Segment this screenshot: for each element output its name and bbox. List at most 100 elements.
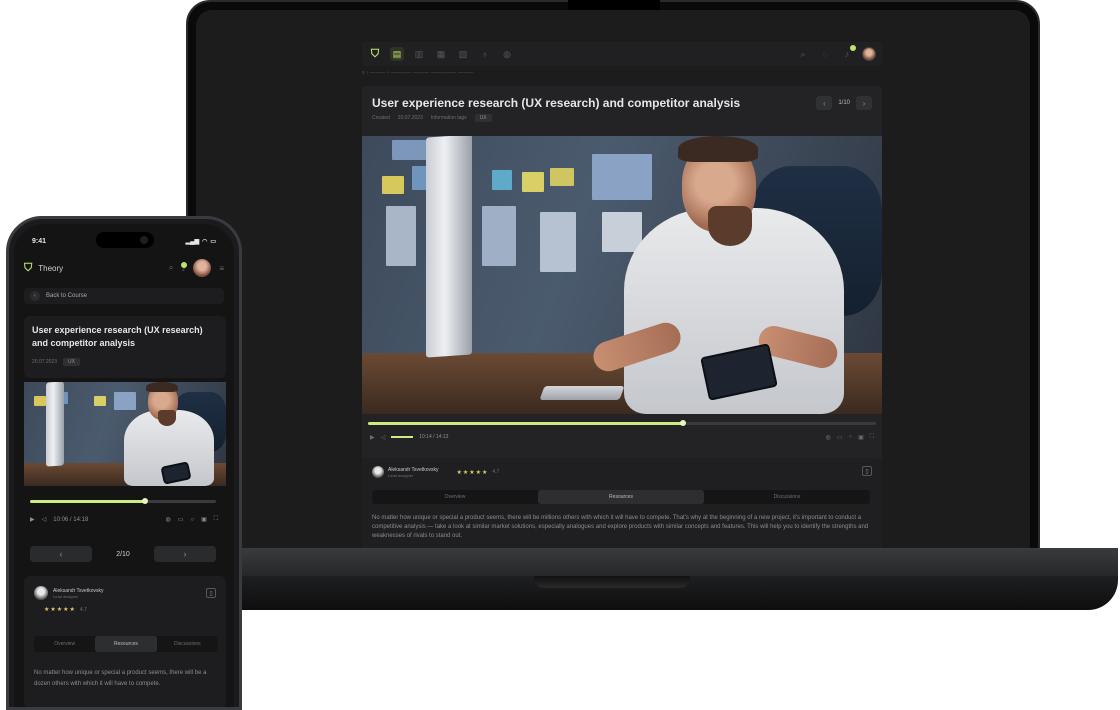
lesson-tabs: Overview Resources Discussions xyxy=(34,636,218,652)
rating-value: 4.7 xyxy=(79,607,87,613)
bookmark-icon[interactable]: ▯ xyxy=(862,466,872,476)
arrow-left-icon: ‹ xyxy=(30,291,40,301)
video-progress-bar[interactable] xyxy=(368,420,876,426)
volume-slider[interactable] xyxy=(391,436,414,438)
teacher-avatar[interactable] xyxy=(372,466,384,478)
sticky-note xyxy=(550,168,574,186)
video-progress-handle[interactable] xyxy=(679,420,686,426)
device-mockup-scene: ⛉ ▤ ▥ ▦ ▧ ♁ ◍ ⌕ ◌ ♪ ≡ › ——— › ———— ——— —… xyxy=(0,0,1120,710)
next-lesson-button[interactable]: › xyxy=(154,546,216,562)
back-to-course-button[interactable]: ‹ Back to Course xyxy=(24,288,224,304)
bell-icon[interactable]: ♪ xyxy=(840,45,856,61)
shield-logo-icon[interactable]: ⛉ xyxy=(368,47,382,61)
pip-icon[interactable]: ▣ xyxy=(201,516,207,523)
fullscreen-icon[interactable]: ⛶ xyxy=(214,516,218,523)
settings-nav-icon[interactable]: ◍ xyxy=(500,47,514,61)
library-nav-icon[interactable]: ▥ xyxy=(412,47,426,61)
lesson-card: User experience research (UX research) a… xyxy=(24,316,226,378)
teacher-card: Aleksandr Tsvetkovsky Lead designer ★★★★… xyxy=(362,458,882,552)
phone-top-actions: ⌕ ♪ ≡ xyxy=(169,259,224,277)
status-time: 9:41 xyxy=(32,237,47,245)
speed-icon[interactable]: ○ xyxy=(191,517,195,523)
pager-count: 2/10 xyxy=(116,550,130,558)
next-lesson-button[interactable]: › xyxy=(856,96,872,110)
volume-icon[interactable]: ◁ xyxy=(42,516,47,523)
battery-icon: ▭ xyxy=(210,238,216,245)
rating-stars[interactable]: ★★★★★ xyxy=(456,469,488,476)
rating-stars: ★★★★★ xyxy=(44,607,76,613)
teacher-role: Lead designer xyxy=(53,593,79,599)
tab-resources[interactable]: Resources xyxy=(95,636,157,652)
user-avatar[interactable] xyxy=(862,47,876,61)
captions-icon[interactable]: ▭ xyxy=(178,516,184,523)
breadcrumb[interactable]: ≡ › ——— › ———— ——— ————— ——— xyxy=(362,70,474,76)
search-icon[interactable]: ⌕ xyxy=(169,263,173,273)
play-icon[interactable]: ▶ xyxy=(30,516,35,523)
wifi-icon: ◠ xyxy=(202,238,208,245)
user-avatar[interactable] xyxy=(193,259,212,277)
lesson-tag[interactable]: UX xyxy=(63,358,80,366)
video-controls: ▶ ◁ 10:14 / 14:13 ◍ ▭ ○ ▣ ⛶ xyxy=(370,432,874,442)
chevron-left-icon: ‹ xyxy=(59,549,63,559)
captions-icon[interactable]: ▭ xyxy=(837,434,843,441)
status-bar: 9:41 ▂▄▆ ◠ ▭ xyxy=(14,234,234,248)
ideas-nav-icon[interactable]: ♁ xyxy=(478,47,492,61)
bookmark-icon[interactable]: ▯ xyxy=(206,588,216,598)
volume-icon[interactable]: ◁ xyxy=(381,434,386,441)
calendar-nav-icon[interactable]: ▧ xyxy=(456,47,470,61)
teacher-name[interactable]: Aleksandr Tsvetkovsky xyxy=(53,588,103,594)
video-progress-bar[interactable] xyxy=(30,498,216,504)
pager-count: 1/10 xyxy=(838,100,850,106)
lesson-tag[interactable]: UX xyxy=(474,114,492,122)
signal-icon: ▂▄▆ xyxy=(185,238,200,245)
tab-overview[interactable]: Overview xyxy=(34,636,95,652)
help-icon[interactable]: ◌ xyxy=(818,47,832,61)
pip-icon[interactable]: ▣ xyxy=(858,434,864,441)
keyboard xyxy=(539,386,625,400)
laptop-hinge-notch xyxy=(534,576,690,588)
prev-lesson-button[interactable]: ‹ xyxy=(30,546,92,562)
laptop-screen: ⛉ ▤ ▥ ▦ ▧ ♁ ◍ ⌕ ◌ ♪ ≡ › ——— › ———— ——— —… xyxy=(196,10,1030,552)
video-progress-fill xyxy=(30,500,146,503)
settings-icon[interactable]: ◍ xyxy=(166,516,171,523)
wireframe-sheet xyxy=(602,212,642,252)
prev-lesson-button[interactable]: ‹ xyxy=(816,96,833,110)
teacher-row: Aleksandr Tsvetkovsky Lead designer xyxy=(34,586,103,600)
play-icon[interactable]: ▶ xyxy=(370,434,375,441)
sticky-note xyxy=(382,176,404,194)
lesson-date: 20.07.2023 xyxy=(32,359,58,365)
person-hair xyxy=(678,136,758,162)
teacher-card: Aleksandr Tsvetkovsky Lead designer ▯ ★★… xyxy=(24,576,226,707)
fullscreen-icon[interactable]: ⛶ xyxy=(870,434,874,441)
rating[interactable]: ★★★★★ 4.7 xyxy=(44,606,87,613)
chevron-right-icon: › xyxy=(183,549,187,559)
teacher-name[interactable]: Aleksandr Tsvetkovsky xyxy=(388,467,438,473)
video-progress-fill xyxy=(368,422,683,425)
lesson-meta: 20.07.2023 UX xyxy=(32,358,80,366)
lesson-description: No matter how unique or special a produc… xyxy=(372,515,869,539)
back-label: Back to Course xyxy=(46,293,88,299)
courses-nav-icon[interactable]: ▦ xyxy=(434,47,448,61)
video-player[interactable] xyxy=(24,382,226,486)
brand-name[interactable]: Theory xyxy=(38,264,63,273)
lessons-nav-icon[interactable]: ▤ xyxy=(390,47,404,61)
tab-resources[interactable]: Resources xyxy=(538,490,704,504)
bell-icon[interactable]: ♪ xyxy=(181,261,188,273)
search-icon[interactable]: ⌕ xyxy=(796,47,810,61)
phone-screen: 9:41 ▂▄▆ ◠ ▭ ⛉ Theory ⌕ ♪ ≡ ‹ Back to Co… xyxy=(14,224,234,707)
shield-logo-icon[interactable]: ⛉ xyxy=(24,262,32,275)
teacher-row: Aleksandr Tsvetkovsky Lead designer ★★★★… xyxy=(372,466,499,478)
tab-discussions[interactable]: Discussions xyxy=(704,490,870,504)
settings-icon[interactable]: ◍ xyxy=(826,434,831,441)
teacher-avatar[interactable] xyxy=(34,586,48,600)
phone-top-bar: ⛉ Theory ⌕ ♪ ≡ xyxy=(14,256,234,280)
video-player[interactable] xyxy=(362,136,882,414)
rating-value: 4.7 xyxy=(492,469,500,475)
menu-icon[interactable]: ≡ xyxy=(219,264,224,273)
person-beard xyxy=(708,206,752,246)
video-progress-handle[interactable] xyxy=(142,498,149,504)
speed-icon[interactable]: ○ xyxy=(849,434,853,440)
tab-overview[interactable]: Overview xyxy=(372,490,538,504)
lesson-tabs: Overview Resources Discussions xyxy=(372,490,870,504)
tab-discussions[interactable]: Discussions xyxy=(157,636,218,652)
